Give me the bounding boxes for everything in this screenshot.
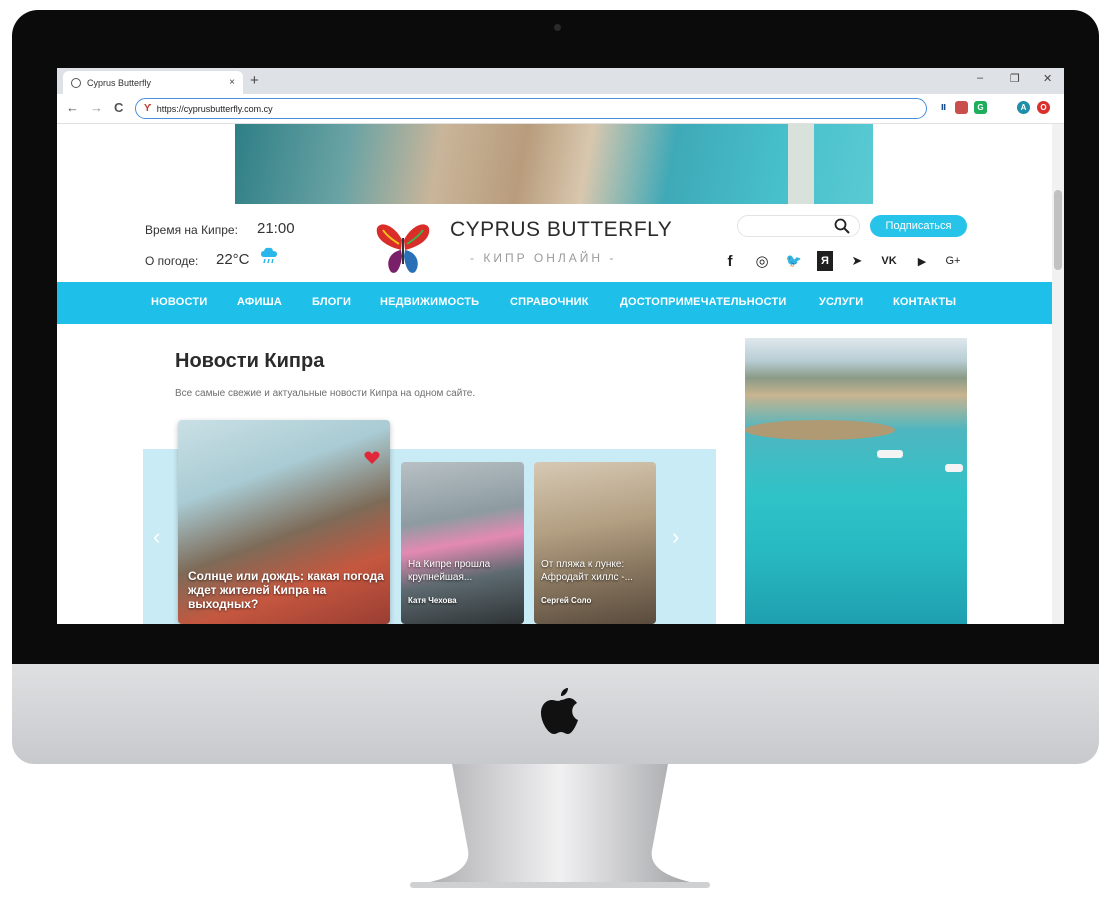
nav-item-sights[interactable]: ДОСТОПРИМЕЧАТЕЛЬНОСТИ xyxy=(620,296,787,308)
nav-item-services[interactable]: УСЛУГИ xyxy=(819,296,863,308)
nav-item-afisha[interactable]: АФИША xyxy=(237,296,282,308)
extension-pdf-icon[interactable] xyxy=(955,101,968,114)
extension-grammarly-icon[interactable]: G xyxy=(974,101,987,114)
nav-item-contacts[interactable]: КОНТАКТЫ xyxy=(893,296,956,308)
nav-item-real-estate[interactable]: НЕДВИЖИМОСТЬ xyxy=(380,296,479,308)
slider-prev-icon[interactable]: ‹ xyxy=(153,524,160,550)
browser-tab[interactable]: Cyprus Butterfly × xyxy=(63,71,243,94)
tab-title: Cyprus Butterfly xyxy=(87,77,152,88)
site-title[interactable]: CYPRUS BUTTERFLY xyxy=(450,218,672,242)
nav-item-blogs[interactable]: БЛОГИ xyxy=(312,296,351,308)
news-card-author: Сергей Соло xyxy=(541,596,592,605)
forward-icon[interactable]: → xyxy=(90,100,103,115)
news-card-title: Солнце или дождь: какая погода ждет жите… xyxy=(188,569,384,611)
site-subtitle: - КИПР ОНЛАЙН - xyxy=(470,251,617,265)
subscribe-button[interactable]: Подписаться xyxy=(870,215,967,237)
heart-icon[interactable] xyxy=(364,451,380,465)
address-bar: ← → C Ƴ https://cyprusbutterfly.com.cy Ⅱ… xyxy=(57,94,1064,124)
youtube-icon[interactable]: ▶ xyxy=(913,251,931,271)
rain-cloud-icon xyxy=(261,247,277,264)
search-icon[interactable] xyxy=(834,218,850,234)
nav-item-news[interactable]: НОВОСТИ xyxy=(151,296,207,308)
twitter-icon[interactable]: 🐦 xyxy=(785,251,803,271)
apple-logo-icon xyxy=(541,688,578,734)
news-card[interactable]: На Кипре прошла крупнейшая... Катя Чехов… xyxy=(401,462,524,624)
minimize-icon[interactable]: – xyxy=(977,72,983,84)
telegram-icon[interactable]: ➤ xyxy=(848,251,866,271)
reload-icon[interactable]: C xyxy=(114,100,123,115)
weather-value: 22°C xyxy=(216,251,250,268)
news-card-author: Катя Чехова xyxy=(408,596,457,605)
new-tab-button[interactable]: + xyxy=(250,71,259,91)
extension-ruler-icon[interactable]: Ⅱ xyxy=(937,101,950,114)
time-value: 21:00 xyxy=(257,220,295,237)
butterfly-logo-icon[interactable] xyxy=(375,220,431,278)
globe-icon xyxy=(71,77,81,88)
weather-label: О погоде: xyxy=(145,254,199,268)
back-icon[interactable]: ← xyxy=(66,100,79,115)
news-card-title: На Кипре прошла крупнейшая... xyxy=(408,559,491,583)
page-scrollbar[interactable] xyxy=(1052,124,1064,624)
nav-item-directory[interactable]: СПРАВОЧНИК xyxy=(510,296,589,308)
photo-boat xyxy=(877,450,903,458)
news-section-subtitle: Все самые свежие и актуальные новости Ки… xyxy=(175,388,476,399)
header-banner-image xyxy=(235,124,873,204)
time-label: Время на Кипре: xyxy=(145,223,238,237)
camera-dot xyxy=(554,24,561,31)
news-card-featured[interactable]: Солнце или дождь: какая погода ждет жите… xyxy=(178,420,390,624)
news-card-title: От пляжа к лунке: Афродайт хиллс -... xyxy=(541,559,633,583)
browser-window: Cyprus Butterfly × + – ❐ ✕ ← → C Ƴ https… xyxy=(57,68,1064,624)
slider-next-icon[interactable]: › xyxy=(672,524,679,550)
close-window-icon[interactable]: ✕ xyxy=(1043,72,1052,85)
facebook-icon[interactable]: f xyxy=(723,251,737,271)
photo-boat xyxy=(945,464,963,472)
google-plus-icon[interactable]: G+ xyxy=(943,251,963,271)
instagram-icon[interactable]: ◎ xyxy=(753,251,771,271)
opera-icon[interactable]: O xyxy=(1037,101,1050,114)
monitor-stand xyxy=(410,764,710,888)
url-text: https://cyprusbutterfly.com.cy xyxy=(156,103,273,114)
site-favicon-icon: Ƴ xyxy=(144,103,152,114)
news-section-title: Новости Кипра xyxy=(175,350,325,372)
main-nav: НОВОСТИ АФИША БЛОГИ НЕДВИЖИМОСТЬ СПРАВОЧ… xyxy=(57,282,1052,324)
sidebar-ad-image[interactable] xyxy=(745,338,967,624)
profile-avatar-icon[interactable]: A xyxy=(1017,101,1030,114)
tab-bar: Cyprus Butterfly × + – ❐ ✕ xyxy=(57,68,1064,94)
photo-island xyxy=(745,420,895,440)
banner-pier xyxy=(788,124,814,204)
yandex-icon[interactable]: Я xyxy=(817,251,833,271)
close-tab-icon[interactable]: × xyxy=(229,77,235,88)
vk-icon[interactable]: VK xyxy=(879,251,899,271)
scrollbar-thumb[interactable] xyxy=(1054,190,1062,270)
web-page: Время на Кипре: 21:00 О погоде: 22°C CYP… xyxy=(57,124,1052,624)
news-card[interactable]: От пляжа к лунке: Афродайт хиллс -... Се… xyxy=(534,462,656,624)
restore-icon[interactable]: ❐ xyxy=(1010,72,1020,85)
url-input[interactable]: Ƴ https://cyprusbutterfly.com.cy xyxy=(135,98,927,119)
